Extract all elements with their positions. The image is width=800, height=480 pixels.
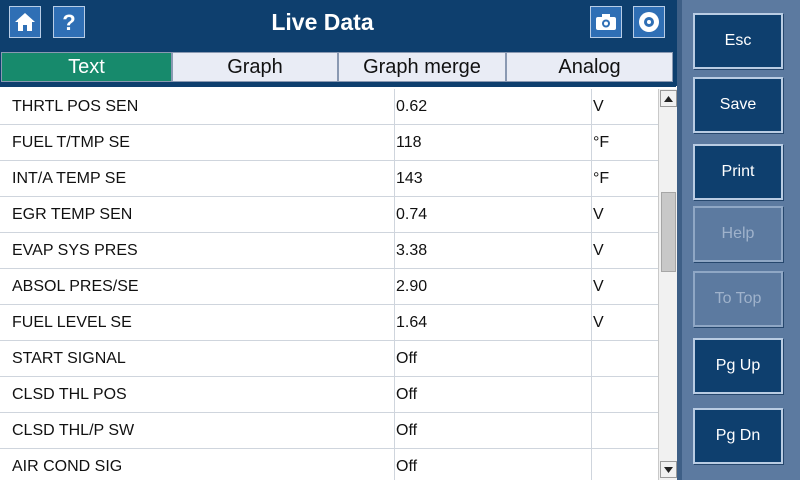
main-panel: ? Live Data Text Graph Graph merge Analo…: [0, 0, 680, 480]
parameter-name: FUEL LEVEL SE: [12, 314, 132, 331]
parameter-value: 143: [396, 170, 423, 187]
camera-button[interactable]: [590, 6, 622, 38]
parameter-unit: V: [593, 98, 604, 115]
parameter-name: INT/A TEMP SE: [12, 170, 127, 187]
tab-graph[interactable]: Graph: [172, 52, 338, 82]
parameter-value: Off: [396, 458, 418, 475]
table-row[interactable]: THRTL POS SEN 0.62 V: [0, 89, 658, 125]
print-button[interactable]: Print: [693, 144, 783, 200]
parameter-unit: V: [593, 278, 604, 295]
table-row[interactable]: EVAP SYS PRES 3.38 V: [0, 233, 658, 269]
table-row[interactable]: FUEL T/TMP SE 118 °F: [0, 125, 658, 161]
parameter-name: START SIGNAL: [12, 350, 126, 367]
scroll-thumb[interactable]: [661, 192, 676, 272]
scroll-up-button[interactable]: [660, 90, 677, 107]
parameter-value: 118: [396, 134, 422, 151]
title-bar: ? Live Data: [0, 0, 680, 46]
table-row[interactable]: ABSOL PRES/SE 2.90 V: [0, 269, 658, 305]
parameter-value: 0.62: [396, 98, 428, 115]
parameter-name: AIR COND SIG: [12, 458, 123, 475]
parameter-unit: V: [593, 206, 604, 223]
table-row[interactable]: CLSD THL/P SW Off: [0, 413, 658, 449]
esc-button[interactable]: Esc: [693, 13, 783, 69]
parameter-name: FUEL T/TMP SE: [12, 134, 130, 151]
record-icon: [639, 12, 659, 32]
parameter-value: Off: [396, 350, 418, 367]
tab-analog[interactable]: Analog: [506, 52, 673, 82]
panel-divider: [677, 0, 682, 480]
camera-icon: [596, 14, 616, 30]
parameter-value: 3.38: [396, 242, 428, 259]
parameter-value: Off: [396, 422, 418, 439]
parameter-name: CLSD THL/P SW: [12, 422, 135, 439]
page-title: Live Data: [271, 9, 374, 35]
parameter-unit: V: [593, 242, 604, 259]
record-button[interactable]: [633, 6, 665, 38]
help-side-button: Help: [693, 206, 783, 262]
table-row[interactable]: EGR TEMP SEN 0.74 V: [0, 197, 658, 233]
live-data-table: THRTL POS SEN 0.62 V FUEL T/TMP SE 118 °…: [0, 89, 658, 480]
table-row[interactable]: CLSD THL POS Off: [0, 377, 658, 413]
scroll-down-button[interactable]: [660, 461, 677, 478]
page-up-button[interactable]: Pg Up: [693, 338, 783, 394]
vertical-scrollbar[interactable]: [658, 89, 677, 480]
arrow-down-icon: [664, 466, 673, 473]
parameter-value: Off: [396, 386, 418, 403]
table-row[interactable]: INT/A TEMP SE 143 °F: [0, 161, 658, 197]
parameter-value: 1.64: [396, 314, 428, 331]
table-row[interactable]: AIR COND SIG Off: [0, 449, 658, 480]
parameter-name: THRTL POS SEN: [12, 98, 139, 115]
parameter-unit: V: [593, 314, 604, 331]
parameter-value: 2.90: [396, 278, 428, 295]
tab-underline: [0, 84, 676, 87]
tab-graph-merge[interactable]: Graph merge: [338, 52, 506, 82]
to-top-button: To Top: [693, 271, 783, 327]
parameter-name: EVAP SYS PRES: [12, 242, 138, 259]
save-button[interactable]: Save: [693, 77, 783, 133]
column-divider: [394, 89, 395, 480]
tab-text[interactable]: Text: [1, 52, 172, 82]
parameter-name: CLSD THL POS: [12, 386, 127, 403]
parameter-name: ABSOL PRES/SE: [12, 278, 139, 295]
parameter-unit: °F: [593, 134, 610, 151]
column-divider: [591, 89, 592, 480]
parameter-unit: °F: [593, 170, 610, 187]
parameter-value: 0.74: [396, 206, 428, 223]
table-row[interactable]: FUEL LEVEL SE 1.64 V: [0, 305, 658, 341]
parameter-name: EGR TEMP SEN: [12, 206, 133, 223]
tab-bar: Text Graph Graph merge Analog: [0, 46, 680, 86]
arrow-up-icon: [664, 95, 673, 102]
table-row[interactable]: START SIGNAL Off: [0, 341, 658, 377]
page-down-button[interactable]: Pg Dn: [693, 408, 783, 464]
